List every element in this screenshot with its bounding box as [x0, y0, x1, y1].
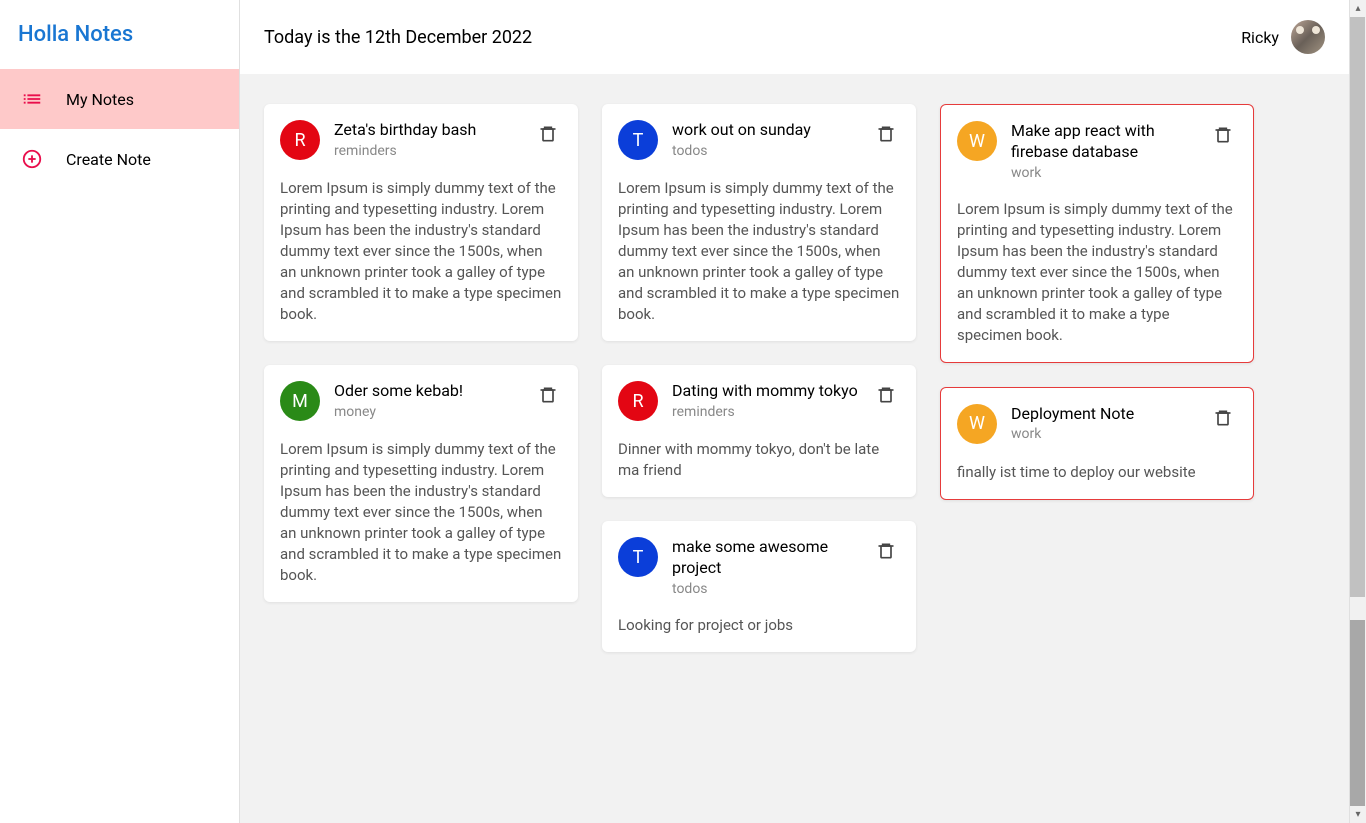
scrollbar-thumb[interactable] — [1350, 17, 1365, 597]
main-content: Today is the 12th December 2022 Ricky R … — [240, 0, 1366, 823]
sidebar-item-my-notes[interactable]: My Notes — [0, 69, 239, 129]
note-card[interactable]: T work out on sunday todos Lorem Ipsum i… — [602, 104, 916, 341]
note-card[interactable]: T make some awesome project todos Lookin… — [602, 521, 916, 652]
notes-column: R Zeta's birthday bash reminders Lorem I… — [264, 104, 578, 652]
note-title: Deployment Note — [1011, 404, 1195, 425]
delete-icon[interactable] — [872, 381, 900, 413]
list-icon — [20, 87, 44, 111]
scroll-up-icon[interactable]: ▴ — [1350, 0, 1366, 17]
scrollbar[interactable]: ▴ ▾ — [1349, 0, 1366, 823]
header: Today is the 12th December 2022 Ricky — [240, 0, 1349, 74]
note-card[interactable]: W Deployment Note work finally ist time … — [940, 387, 1254, 500]
delete-icon[interactable] — [1209, 404, 1237, 436]
date-display: Today is the 12th December 2022 — [264, 27, 532, 48]
note-title: Zeta's birthday bash — [334, 120, 520, 141]
note-category: work — [1011, 165, 1195, 181]
notes-columns: R Zeta's birthday bash reminders Lorem I… — [264, 104, 1325, 652]
note-body: Lorem Ipsum is simply dummy text of the … — [618, 178, 900, 325]
sidebar-item-label: My Notes — [66, 90, 134, 109]
category-badge: M — [280, 381, 320, 421]
category-badge: R — [280, 120, 320, 160]
delete-icon[interactable] — [1209, 121, 1237, 153]
note-title: Dating with mommy tokyo — [672, 381, 858, 402]
note-body: Lorem Ipsum is simply dummy text of the … — [957, 199, 1237, 346]
note-category: money — [334, 404, 520, 420]
category-badge: W — [957, 121, 997, 161]
category-badge: R — [618, 381, 658, 421]
note-body: Lorem Ipsum is simply dummy text of the … — [280, 178, 562, 325]
note-title: Make app react with firebase database — [1011, 121, 1195, 163]
note-category: reminders — [334, 143, 520, 159]
delete-icon[interactable] — [872, 537, 900, 569]
notes-area: R Zeta's birthday bash reminders Lorem I… — [240, 74, 1349, 823]
category-badge: T — [618, 120, 658, 160]
category-badge: W — [957, 404, 997, 444]
plus-circle-icon — [20, 147, 44, 171]
note-card[interactable]: M Oder some kebab! money Lorem Ipsum is … — [264, 365, 578, 602]
scrollbar-thumb[interactable] — [1350, 620, 1365, 806]
note-category: reminders — [672, 404, 858, 420]
note-card[interactable]: W Make app react with firebase database … — [940, 104, 1254, 363]
delete-icon[interactable] — [872, 120, 900, 152]
note-body: Looking for project or jobs — [618, 615, 900, 636]
note-body: finally ist time to deploy our website — [957, 462, 1237, 483]
note-category: todos — [672, 581, 858, 597]
note-title: Oder some kebab! — [334, 381, 520, 402]
delete-icon[interactable] — [534, 120, 562, 152]
user-section[interactable]: Ricky — [1241, 20, 1325, 54]
note-title: make some awesome project — [672, 537, 858, 579]
notes-column: W Make app react with firebase database … — [940, 104, 1254, 652]
note-body: Dinner with mommy tokyo, don't be late m… — [618, 439, 900, 481]
note-title: work out on sunday — [672, 120, 858, 141]
delete-icon[interactable] — [534, 381, 562, 413]
scroll-down-icon[interactable]: ▾ — [1350, 806, 1366, 823]
sidebar: Holla Notes My Notes Create Note — [0, 0, 240, 823]
notes-column: T work out on sunday todos Lorem Ipsum i… — [602, 104, 916, 652]
app-logo: Holla Notes — [0, 0, 239, 69]
avatar[interactable] — [1291, 20, 1325, 54]
note-card[interactable]: R Dating with mommy tokyo reminders Dinn… — [602, 365, 916, 497]
category-badge: T — [618, 537, 658, 577]
user-name: Ricky — [1241, 28, 1279, 47]
sidebar-item-label: Create Note — [66, 150, 151, 169]
note-body: Lorem Ipsum is simply dummy text of the … — [280, 439, 562, 586]
note-card[interactable]: R Zeta's birthday bash reminders Lorem I… — [264, 104, 578, 341]
note-category: work — [1011, 426, 1195, 442]
sidebar-item-create-note[interactable]: Create Note — [0, 129, 239, 189]
note-category: todos — [672, 143, 858, 159]
